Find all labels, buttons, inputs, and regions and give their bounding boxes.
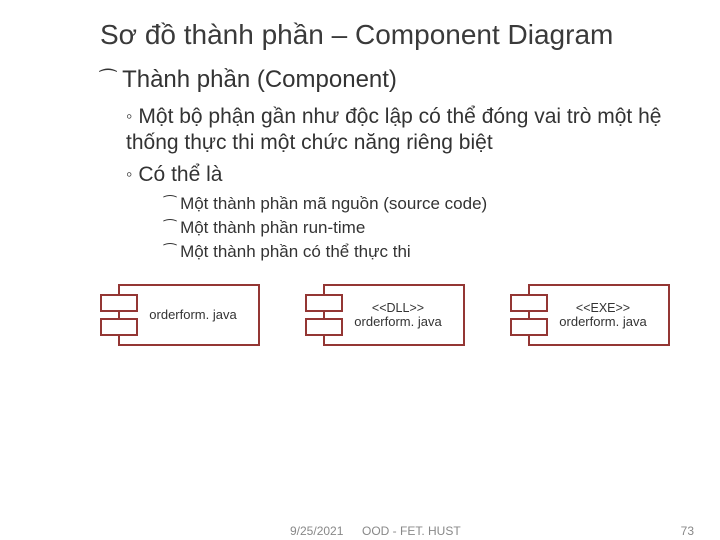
component-stereotype: <<DLL>>: [372, 301, 424, 315]
bullet-level3-item: ⁀Một thành phần mã nguồn (source code): [164, 194, 680, 214]
footer-date: 9/25/2021: [290, 524, 343, 538]
bullet-glyph-l3: ⁀: [164, 197, 176, 213]
bullet-glyph-l3: ⁀: [164, 245, 176, 261]
bullet-level3-item: ⁀Một thành phần có thể thực thi: [164, 242, 680, 262]
bullet-glyph-l1: ⁀: [100, 70, 116, 92]
uml-components-row: orderform. java <<DLL>> orderform. java …: [100, 284, 680, 346]
component-prong-icon: [305, 318, 343, 336]
bullet-glyph-l2: ◦: [126, 164, 132, 184]
bullet-glyph-l2: ◦: [126, 106, 132, 126]
bullet-level1: ⁀ Thành phần (Component): [100, 66, 680, 94]
level3-text: Một thành phần run-time: [180, 218, 365, 237]
component-prong-icon: [305, 294, 343, 312]
level2-text: Một bộ phận gần như độc lập có thể đóng …: [126, 105, 661, 154]
level3-text: Một thành phần mã nguồn (source code): [180, 194, 487, 213]
component-name: orderform. java: [354, 315, 441, 330]
component-body: orderform. java: [118, 284, 260, 346]
component-name: orderform. java: [559, 315, 646, 330]
slide: Sơ đồ thành phần – Component Diagram ⁀ Th…: [0, 0, 720, 540]
footer-page-number: 73: [681, 524, 694, 538]
component-body: <<DLL>> orderform. java: [323, 284, 465, 346]
bullet-level2-item: ◦Một bộ phận gần như độc lập có thể đóng…: [126, 104, 680, 157]
component-prong-icon: [100, 294, 138, 312]
component-body: <<EXE>> orderform. java: [528, 284, 670, 346]
bullet-level2-item: ◦ Có thể là: [126, 162, 680, 188]
level3-text: Một thành phần có thể thực thi: [180, 242, 411, 261]
level2-text: Có thể là: [138, 163, 222, 186]
component-name: orderform. java: [149, 308, 236, 323]
bullet-glyph-l3: ⁀: [164, 221, 176, 237]
bullet-level3-item: ⁀Một thành phần run-time: [164, 218, 680, 238]
slide-title: Sơ đồ thành phần – Component Diagram: [100, 18, 680, 52]
component-prong-icon: [510, 318, 548, 336]
component-prong-icon: [100, 318, 138, 336]
uml-component: <<EXE>> orderform. java: [510, 284, 670, 346]
footer-source: OOD - FET. HUST: [362, 524, 461, 538]
uml-component: <<DLL>> orderform. java: [305, 284, 465, 346]
uml-component: orderform. java: [100, 284, 260, 346]
component-prong-icon: [510, 294, 548, 312]
level1-text: Thành phần (Component): [122, 66, 397, 93]
component-stereotype: <<EXE>>: [576, 301, 630, 315]
